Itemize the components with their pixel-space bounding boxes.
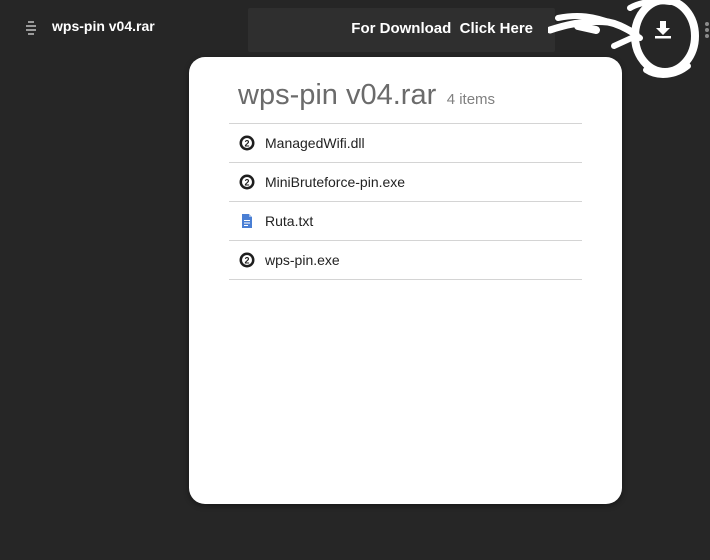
archive-contents-card: wps-pin v04.rar 4 items 2 ManagedWifi.dl… — [189, 57, 622, 504]
download-banner[interactable]: For Download Click Here — [248, 8, 555, 52]
file-row[interactable]: 2 ManagedWifi.dll — [229, 124, 582, 163]
top-bar: wps-pin v04.rar For Download Click Here — [0, 0, 710, 78]
file-list: 2 ManagedWifi.dll 2 MiniBruteforce-pin.e… — [229, 123, 582, 280]
generic-file-icon: 2 — [239, 252, 255, 268]
item-count: 4 items — [446, 91, 496, 108]
page: wps-pin v04.rar For Download Click Here … — [0, 0, 710, 560]
file-title: wps-pin v04.rar — [52, 18, 155, 34]
file-row[interactable]: 2 wps-pin.exe — [229, 241, 582, 280]
file-name: Ruta.txt — [265, 213, 314, 229]
file-name: ManagedWifi.dll — [265, 135, 365, 151]
svg-text:2: 2 — [244, 178, 249, 188]
svg-text:2: 2 — [244, 139, 249, 149]
generic-file-icon: 2 — [239, 174, 255, 190]
card-header: wps-pin v04.rar 4 items — [238, 79, 495, 112]
file-row[interactable]: Ruta.txt — [229, 202, 582, 241]
archive-title: wps-pin v04.rar — [238, 79, 437, 111]
archive-icon — [25, 20, 37, 36]
generic-file-icon: 2 — [239, 135, 255, 151]
download-banner-label[interactable]: For Download Click Here — [351, 20, 533, 37]
file-row[interactable]: 2 MiniBruteforce-pin.exe — [229, 163, 582, 202]
download-icon[interactable] — [652, 18, 674, 40]
file-name: wps-pin.exe — [265, 252, 340, 268]
text-document-icon — [242, 214, 252, 228]
file-name: MiniBruteforce-pin.exe — [265, 174, 406, 190]
svg-text:2: 2 — [244, 256, 249, 266]
more-vert-icon[interactable] — [703, 22, 710, 40]
